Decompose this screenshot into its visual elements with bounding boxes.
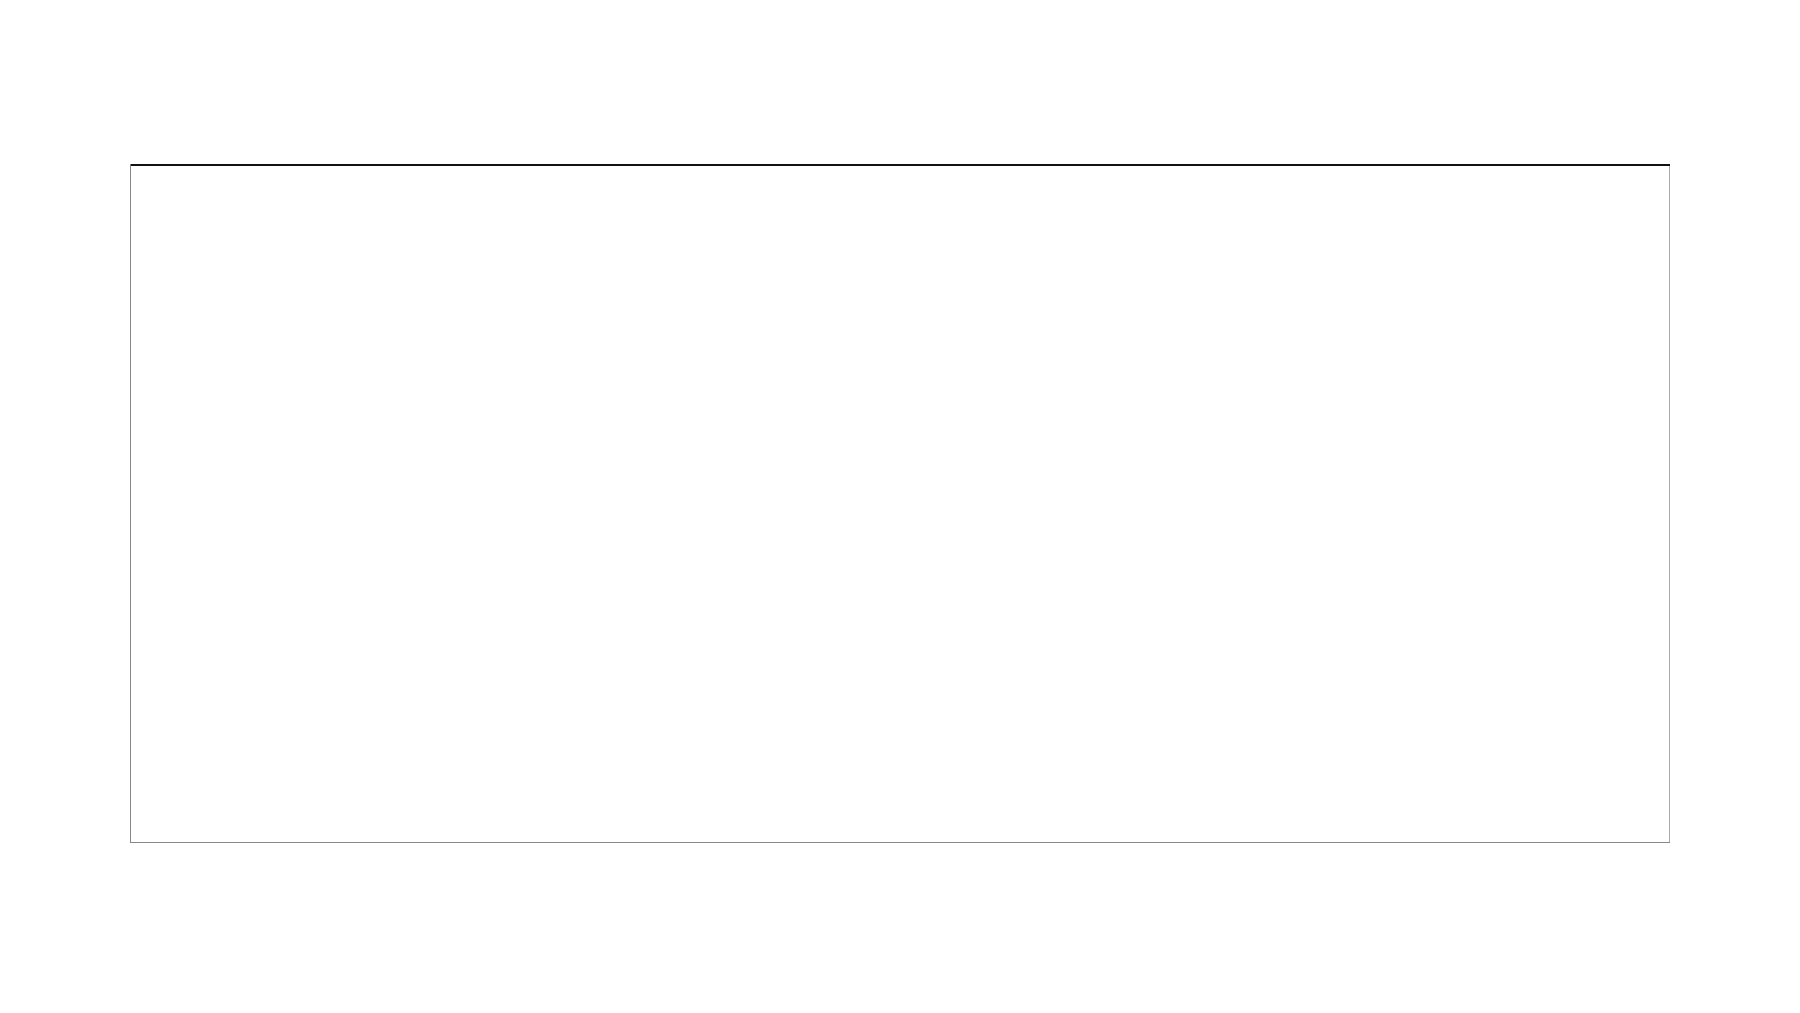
legend-item-minus1s[interactable]: [340, 138, 360, 150]
legend-swatch-neg: [232, 138, 244, 150]
legend-item-pos[interactable]: [178, 138, 198, 150]
plot-area[interactable]: [130, 164, 1670, 843]
chart-legend: [70, 130, 1750, 158]
legend-item-neg[interactable]: [232, 138, 252, 150]
legend-item-plus1s[interactable]: [286, 138, 306, 150]
x-axis: [130, 847, 1670, 883]
legend-item-price[interactable]: [70, 138, 90, 150]
legend-swatch-pos: [178, 138, 190, 150]
page: [0, 0, 1800, 1013]
legend-item-daily[interactable]: [124, 138, 144, 150]
price-line-layer: [131, 164, 1670, 842]
legend-swatch-daily: [124, 138, 136, 150]
chart-container: [40, 130, 1750, 883]
y-axis-left: [40, 164, 126, 843]
y-axis-right: [1674, 164, 1750, 843]
legend-swatch-price: [70, 138, 82, 150]
legend-swatch-minus1s: [340, 138, 352, 150]
legend-swatch-plus1s: [286, 138, 298, 150]
